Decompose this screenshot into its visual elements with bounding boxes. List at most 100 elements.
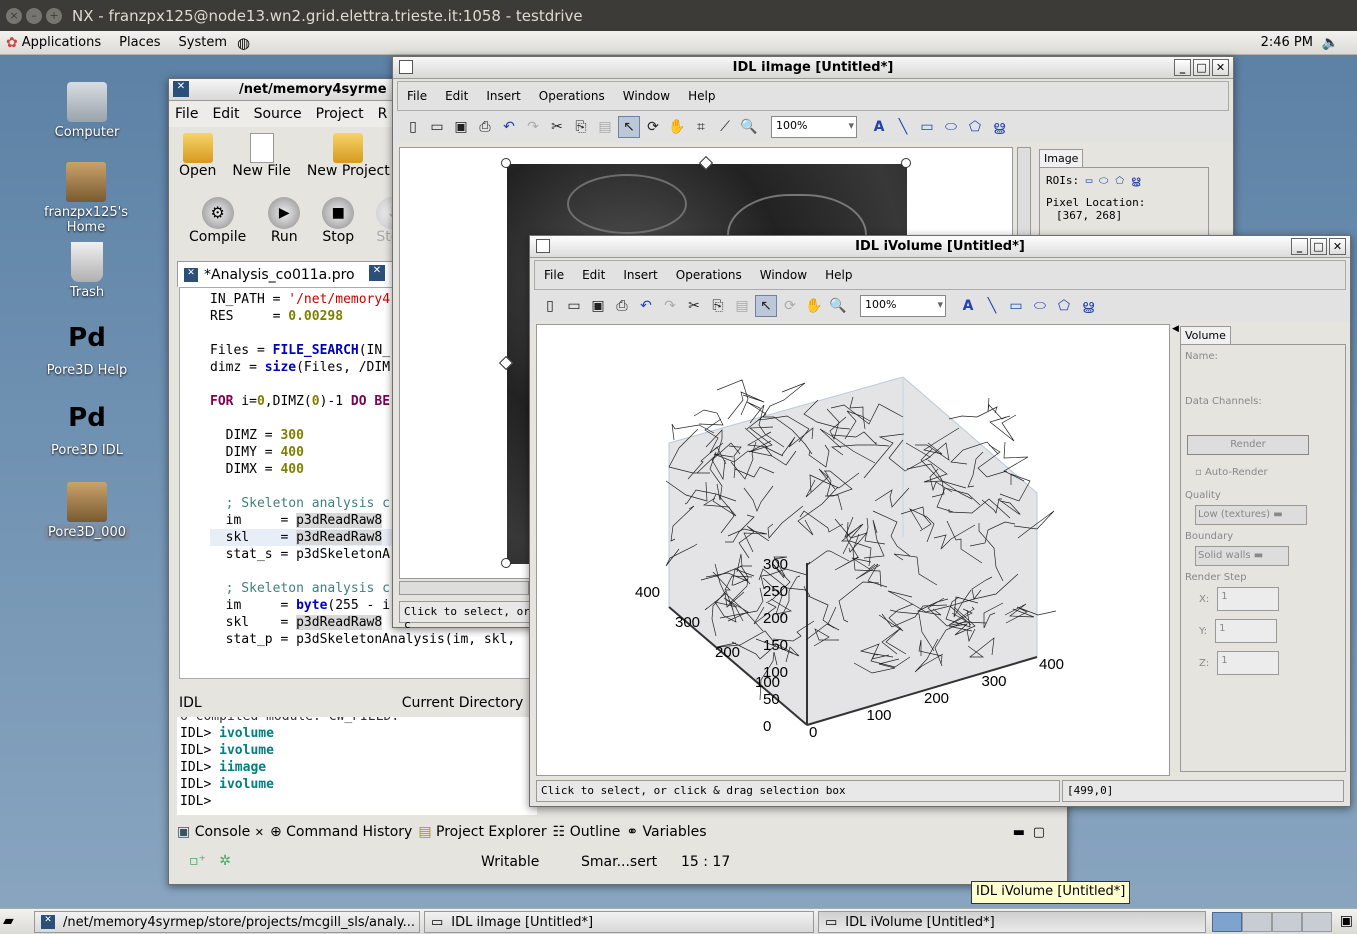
line-icon[interactable]: ╲	[892, 116, 914, 138]
trash-applet-icon[interactable]: ▣	[1340, 913, 1353, 929]
rectangle-icon[interactable]: ▭	[916, 116, 938, 138]
pan-icon[interactable]: ✋	[803, 295, 825, 317]
ellipse-icon[interactable]: ⬭	[940, 116, 962, 138]
redo-icon[interactable]: ↷	[659, 295, 681, 317]
desktop-icon-trash[interactable]: Trash	[42, 242, 132, 300]
copy-icon[interactable]: ⎘	[570, 116, 592, 138]
run-button[interactable]: ▶ Run	[268, 197, 301, 245]
render-step-x-input[interactable]: 1	[1217, 587, 1280, 611]
close-icon[interactable]: ✕	[255, 826, 264, 839]
zoom-icon[interactable]: 🔍	[827, 295, 849, 317]
desktop-icon-pore3d-000[interactable]: Pore3D_000	[42, 482, 132, 541]
clock[interactable]: 2:46 PM	[1261, 35, 1313, 50]
menu-system[interactable]: System	[179, 35, 227, 50]
tab-project-explorer[interactable]: ▤ Project Explorer	[418, 824, 546, 840]
close-button[interactable]: ✕	[1329, 238, 1346, 255]
minimize-icon[interactable]: ▬	[1013, 825, 1025, 840]
menu-file[interactable]: File	[175, 106, 198, 122]
tab-outline[interactable]: ☷ Outline	[553, 824, 621, 840]
menu-edit[interactable]: Edit	[445, 89, 468, 103]
open-icon[interactable]: ▭	[426, 116, 448, 138]
maximize-button[interactable]: □	[1193, 59, 1210, 76]
boundary-select[interactable]: Solid walls ▬	[1195, 546, 1289, 566]
ivolume-titlebar[interactable]: IDL iVolume [Untitled*] _ □ ✕	[530, 236, 1350, 258]
selection-handle[interactable]	[501, 558, 511, 568]
maximize-icon[interactable]: ▢	[1033, 825, 1045, 840]
maximize-icon[interactable]: +	[46, 7, 62, 24]
menu-file[interactable]: File	[407, 89, 427, 103]
open-button[interactable]: Open	[179, 133, 216, 179]
horizontal-scrollbar[interactable]	[399, 581, 529, 595]
menu-places[interactable]: Places	[119, 35, 160, 50]
text-icon[interactable]: A	[868, 116, 890, 138]
console-output[interactable]: 6 compiled module: CW_FIELD. IDL> ivolum…	[177, 717, 537, 815]
crop-icon[interactable]: ⌗	[690, 116, 712, 138]
freehand-icon[interactable]: ൠ	[988, 116, 1010, 138]
zoom-combo[interactable]: 100%	[860, 295, 946, 317]
menu-window[interactable]: Window	[623, 89, 670, 103]
paste-icon[interactable]: ▤	[594, 116, 616, 138]
print-icon[interactable]: ⎙	[474, 116, 496, 138]
menu-file[interactable]: File	[544, 268, 564, 282]
undo-icon[interactable]: ↶	[498, 116, 520, 138]
menu-operations[interactable]: Operations	[539, 89, 605, 103]
menu-help[interactable]: Help	[688, 89, 715, 103]
desktop-icon-home[interactable]: franzpx125's Home	[38, 162, 134, 235]
copy-icon[interactable]: ⎘	[707, 295, 729, 317]
new-icon[interactable]: ▫⁺	[189, 853, 206, 869]
rectangle-icon[interactable]: ▭	[1005, 295, 1027, 317]
show-desktop-icon[interactable]: ▰	[3, 913, 14, 929]
window-menu-icon[interactable]	[399, 60, 413, 74]
menu-window[interactable]: Window	[760, 268, 807, 282]
new-icon[interactable]: ▯	[402, 116, 424, 138]
window-menu-icon[interactable]	[536, 239, 550, 253]
quality-select[interactable]: Low (textures) ▬	[1195, 505, 1307, 525]
selection-handle[interactable]	[901, 158, 911, 168]
debug-icon[interactable]: ✲	[219, 853, 231, 869]
freehand-icon[interactable]: ൠ	[1077, 295, 1099, 317]
save-icon[interactable]: ▣	[587, 295, 609, 317]
pan-icon[interactable]: ✋	[666, 116, 688, 138]
cut-icon[interactable]: ✂	[683, 295, 705, 317]
globe-icon[interactable]: ◍	[237, 34, 250, 52]
render-step-y-input[interactable]: 1	[1215, 619, 1278, 643]
paste-icon[interactable]: ▤	[731, 295, 753, 317]
selection-handle[interactable]	[501, 158, 511, 168]
render-step-z-input[interactable]: 1	[1217, 651, 1280, 675]
iimage-titlebar[interactable]: IDL iImage [Untitled*] _ □ ✕	[393, 57, 1233, 79]
print-icon[interactable]: ⎙	[611, 295, 633, 317]
volume-icon[interactable]: 🔈	[1322, 35, 1339, 51]
desktop-icon-pore3d-idl[interactable]: Pd Pore3D IDL	[42, 400, 132, 458]
stop-button[interactable]: ■ Stop	[322, 197, 355, 245]
rotate-icon[interactable]: ⟳	[642, 116, 664, 138]
editor-tab-2-icon[interactable]: ✕	[369, 265, 385, 281]
menu-run[interactable]: R	[378, 106, 388, 122]
tab-image[interactable]: Image	[1039, 149, 1084, 167]
task-iimage[interactable]: ▭ IDL iImage [Untitled*]	[424, 911, 814, 933]
menu-edit[interactable]: Edit	[582, 268, 605, 282]
menu-applications[interactable]: Applications	[22, 35, 101, 50]
redo-icon[interactable]: ↷	[522, 116, 544, 138]
line-icon[interactable]: ╲	[981, 295, 1003, 317]
zoom-combo[interactable]: 100%	[771, 116, 857, 138]
minimize-button[interactable]: _	[1174, 59, 1191, 76]
menu-insert[interactable]: Insert	[623, 268, 657, 282]
minimize-icon[interactable]: –	[26, 7, 42, 24]
desktop-icon-computer[interactable]: Computer	[42, 82, 132, 140]
open-icon[interactable]: ▭	[563, 295, 585, 317]
select-icon[interactable]: ↖	[755, 295, 777, 317]
rotate-icon[interactable]: ⟳	[779, 295, 801, 317]
menu-edit[interactable]: Edit	[212, 106, 239, 122]
menu-project[interactable]: Project	[316, 106, 364, 122]
minimize-button[interactable]: _	[1291, 238, 1308, 255]
tab-command-history[interactable]: ⊕ Command History	[270, 824, 412, 840]
polygon-icon[interactable]: ⬠	[1053, 295, 1075, 317]
new-project-button[interactable]: New Project	[307, 133, 390, 179]
desktop-icon-pore3d-help[interactable]: Pd Pore3D Help	[42, 320, 132, 378]
cut-icon[interactable]: ✂	[546, 116, 568, 138]
compile-button[interactable]: ⚙ Compile	[189, 197, 246, 245]
new-file-button[interactable]: New File	[232, 133, 291, 179]
line-profile-icon[interactable]: ⟋	[714, 116, 736, 138]
text-icon[interactable]: A	[957, 295, 979, 317]
zoom-icon[interactable]: 🔍	[738, 116, 760, 138]
